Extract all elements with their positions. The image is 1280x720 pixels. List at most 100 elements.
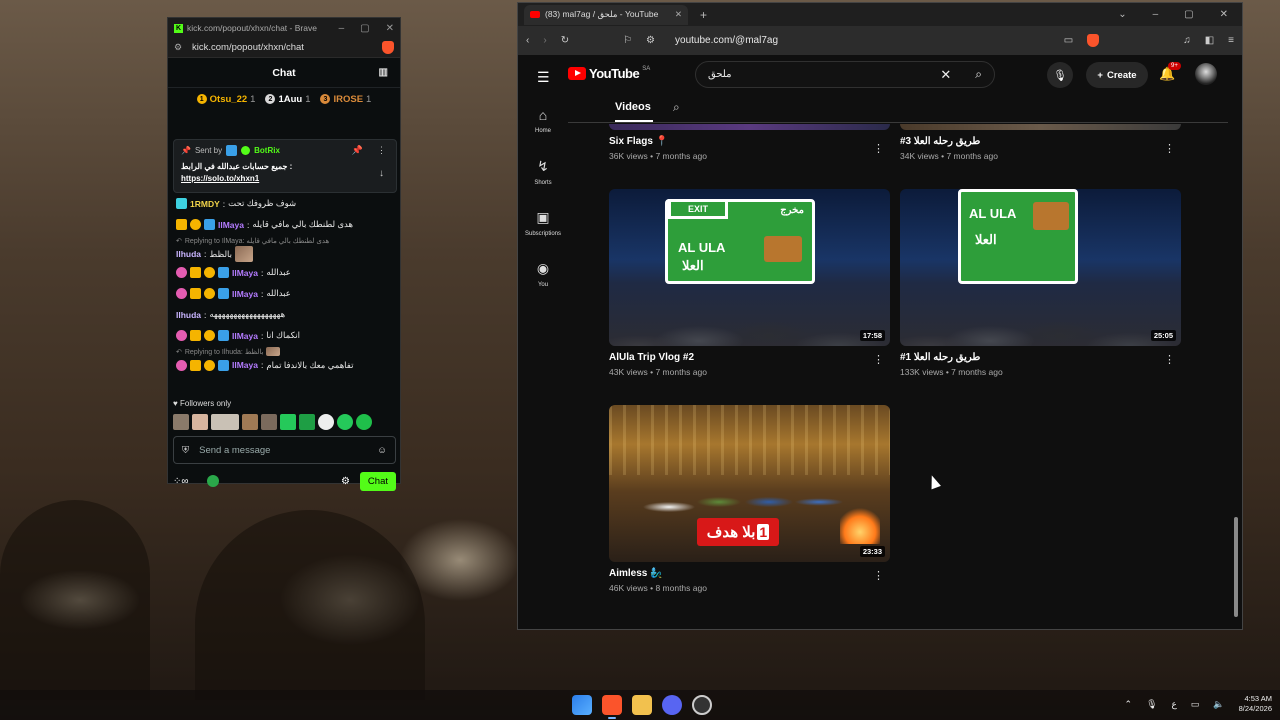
chat-username[interactable]: 1RMDY (190, 199, 220, 209)
chat-message[interactable]: 1RMDY: شوف ظروفك تحت (176, 193, 392, 214)
obs-icon[interactable] (692, 695, 712, 715)
pinned-link[interactable]: https://solo.to/xhxn1 (181, 174, 389, 183)
more-options-icon[interactable]: ⋮ (873, 142, 884, 155)
leaderboard-icon[interactable]: ▥ (379, 67, 388, 78)
discord-icon[interactable] (662, 695, 682, 715)
browser-tab[interactable]: (83) mal7ag / ملحق - YouTube ✕ (524, 4, 688, 25)
emote-button[interactable] (261, 414, 277, 430)
chat-username[interactable]: IlMaya (232, 360, 258, 370)
sidebar-item-you[interactable]: ◉ You (518, 252, 568, 303)
chat-message[interactable]: Ilhuda: بالظط (176, 246, 392, 262)
tab-videos[interactable]: Videos (615, 101, 651, 113)
close-icon[interactable]: ✕ (1220, 9, 1228, 20)
video-thumbnail[interactable]: EXIT مخرج AL ULA العلا 17:58 (609, 189, 890, 346)
video-thumbnail[interactable]: AL ULA العلا 25:05 (900, 189, 1181, 346)
page-scrollbar[interactable] (1234, 57, 1240, 627)
video-thumbnail[interactable] (609, 124, 890, 130)
emote-button[interactable] (356, 414, 372, 430)
minimize-icon[interactable]: – (339, 23, 345, 34)
emote-button[interactable] (280, 414, 296, 430)
new-tab-icon[interactable]: + (700, 8, 707, 22)
site-info-icon[interactable]: ⚙ (174, 42, 184, 53)
back-icon[interactable]: ‹ (526, 35, 529, 46)
address-bar[interactable]: youtube.com/@mal7ag (675, 35, 778, 46)
chat-message[interactable]: IlMaya: عبدالله (176, 262, 392, 283)
sidebar-toggle-icon[interactable]: ◧ (1205, 35, 1214, 46)
users-icon[interactable]: ⁘∞ (173, 476, 189, 487)
video-thumbnail[interactable] (900, 124, 1181, 130)
video-card[interactable]: بلا هدف 1 23:33 Aimless 🧞‍♂️ 46K views •… (609, 405, 890, 593)
more-options-icon[interactable]: ⋮ (377, 145, 386, 156)
brave-shield-icon[interactable] (382, 41, 394, 54)
youtube-logo[interactable]: YouTube SA (568, 66, 650, 81)
forward-icon[interactable]: › (543, 35, 546, 46)
scrollbar-thumb[interactable] (1234, 517, 1238, 617)
chat-message[interactable]: IlMaya: تفاهمي معك بالاندفا تمام (176, 357, 392, 373)
send-chat-button[interactable]: Chat (359, 471, 396, 491)
kick-badge-icon[interactable] (206, 475, 219, 487)
tray-expand-icon[interactable]: ⌃ (1125, 699, 1133, 710)
emote-button[interactable] (337, 414, 353, 430)
video-card[interactable]: Six Flags 📍 36K views • 7 months ago ⋮ (609, 124, 890, 161)
file-explorer-icon[interactable] (632, 695, 652, 715)
media-icon[interactable]: ♫ (1183, 35, 1191, 46)
more-options-icon[interactable]: ⋮ (1164, 142, 1175, 155)
sidebar-item-subscriptions[interactable]: ▣ Subscriptions (518, 201, 568, 252)
emote-button[interactable] (318, 414, 334, 430)
clear-search-icon[interactable]: ✕ (940, 67, 951, 83)
search-input[interactable]: ملحق ✕ ⌕ (695, 61, 995, 88)
emote-button[interactable] (173, 414, 189, 430)
video-title[interactable]: #1 طريق رحله العلا (900, 352, 1181, 363)
chat-message[interactable]: Ilhuda: ههههههههههههههههههه (176, 304, 392, 325)
emote-button[interactable] (211, 414, 239, 430)
expand-down-icon[interactable]: ↓ (379, 168, 384, 179)
close-icon[interactable]: ✕ (386, 23, 394, 34)
maximize-icon[interactable]: ▢ (360, 23, 369, 34)
brave-browser-icon[interactable] (602, 695, 622, 719)
video-card[interactable]: EXIT مخرج AL ULA العلا 17:58 AlUla Trip … (609, 189, 890, 377)
search-icon[interactable]: ⌕ (975, 67, 982, 82)
reply-context[interactable]: ↶ Replying to Ilhuda: بالظط (176, 346, 392, 357)
tab-list-icon[interactable]: ⌄ (1118, 9, 1126, 20)
notifications-icon[interactable]: 🔔 9+ (1159, 62, 1181, 82)
chat-username[interactable]: IlMaya (232, 289, 258, 299)
leaderboard-item[interactable]: 1 Otsu_22 1 (196, 94, 255, 105)
sidebar-item-shorts[interactable]: ↯ Shorts (518, 150, 568, 201)
chat-url-bar[interactable]: ⚙ kick.com/popout/xhxn/chat (168, 38, 400, 58)
chat-message-input[interactable]: ⛨ Send a message ☺ (173, 436, 396, 464)
maximize-icon[interactable]: ▢ (1184, 9, 1193, 20)
network-icon[interactable]: ▭ (1191, 699, 1200, 710)
guide-menu-icon[interactable]: ☰ (537, 69, 550, 86)
create-button[interactable]: + Create (1086, 62, 1148, 88)
emote-button[interactable] (192, 414, 208, 430)
video-card[interactable]: #3 طريق رحله العلا 34K views • 7 months … (900, 124, 1181, 161)
volume-icon[interactable]: 🔈 (1213, 699, 1224, 710)
reply-context[interactable]: ↶ Replying to IlMaya: هدى لطنطك بالي ماف… (176, 235, 392, 246)
cast-icon[interactable]: ▭ (1064, 35, 1073, 46)
emote-button[interactable] (299, 414, 315, 430)
leaderboard-item[interactable]: 3 IROSE 1 (320, 94, 371, 105)
input-language[interactable]: ع (1172, 699, 1177, 710)
account-avatar[interactable] (1195, 63, 1217, 85)
close-tab-icon[interactable]: ✕ (675, 9, 682, 20)
chat-username[interactable]: IlMaya (232, 331, 258, 341)
chat-username[interactable]: IlMaya (218, 220, 244, 230)
system-clock[interactable]: 4:53 AM 8/24/2026 (1239, 694, 1272, 714)
pinned-bot-name[interactable]: BotRix (254, 146, 280, 155)
menu-icon[interactable]: ≡ (1228, 35, 1234, 46)
video-thumbnail[interactable]: بلا هدف 1 23:33 (609, 405, 890, 562)
bookmark-icon[interactable]: ⚐ (623, 35, 632, 46)
brave-shield-icon[interactable] (1087, 34, 1100, 47)
more-options-icon[interactable]: ⋮ (873, 353, 884, 366)
unpin-icon[interactable]: 📌 (352, 145, 363, 156)
video-card[interactable]: AL ULA العلا 25:05 #1 طريق رحله العلا 13… (900, 189, 1181, 377)
start-windows-icon[interactable] (572, 695, 592, 715)
channel-search-icon[interactable]: ⌕ (673, 100, 680, 115)
chat-username[interactable]: Ilhuda (176, 249, 201, 259)
reload-icon[interactable]: ↻ (561, 35, 569, 46)
emote-button[interactable] (242, 414, 258, 430)
chat-message[interactable]: IlMaya: عبدالله (176, 283, 392, 304)
more-options-icon[interactable]: ⋮ (873, 569, 884, 582)
settings-icon[interactable]: ⚙ (341, 476, 350, 487)
video-title[interactable]: Six Flags 📍 (609, 136, 890, 147)
